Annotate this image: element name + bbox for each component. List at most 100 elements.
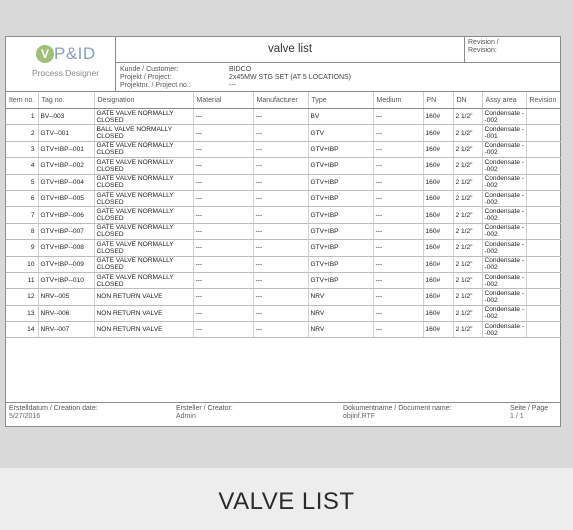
table-cell: GATE VALVE NORMALLY CLOSED <box>94 206 194 224</box>
table-cell: NRV--005 <box>38 288 95 306</box>
table-row[interactable]: 2 GTV--001 BALL VALVE NORMALLY CLOSED --- --… <box>6 124 561 142</box>
table-row[interactable]: 1 BV--003 GATE VALVE NORMALLY CLOSED --- ---… <box>6 108 561 126</box>
table-cell: 2 1/2" <box>453 174 483 191</box>
table-cell: --- <box>373 223 424 241</box>
table-cell: --- <box>253 321 309 339</box>
table-cell: --- <box>373 108 424 126</box>
creator-value: Admin <box>176 413 196 420</box>
table-cell: BALL VALVE NORMALLY CLOSED <box>94 124 194 142</box>
table-cell: 160# <box>423 223 454 241</box>
table-cell <box>526 157 561 175</box>
table-cell: --- <box>373 256 424 273</box>
table-row[interactable]: 4 GTV+IBP--002 GATE VALVE NORMALLY CLOSED -… <box>6 157 561 175</box>
column-header: Medium <box>373 92 424 109</box>
meta-projectno-value: --- <box>229 82 236 89</box>
table-cell: GTV+IBP <box>308 157 374 175</box>
column-header: PN <box>423 92 454 109</box>
table-cell: --- <box>193 190 254 208</box>
table-cell: --- <box>193 305 254 323</box>
creator-label: Ersteller / Creator: <box>176 405 233 412</box>
table-cell: NON RETURN VALVE <box>94 321 194 339</box>
table-cell: GATE VALVE NORMALLY CLOSED <box>94 141 194 159</box>
table-cell: Condensate --002 <box>482 272 527 290</box>
table-cell: Condensate --002 <box>482 206 527 224</box>
table-cell: 160# <box>423 305 454 323</box>
table-row[interactable]: 12 NRV--005 NON RETURN VALVE --- --- NRV --- 16… <box>6 288 561 306</box>
table-cell: 160# <box>423 272 454 290</box>
column-header: Type <box>308 92 374 109</box>
meta-project-label: Projekt / Project: <box>120 74 172 81</box>
revision-block: Revision / Revision: <box>465 37 561 63</box>
table-row[interactable]: 5 GTV+IBP--004 GATE VALVE NORMALLY CLOSED -… <box>6 174 561 191</box>
table-cell: GATE VALVE NORMALLY CLOSED <box>94 108 194 126</box>
table-cell: Condensate --002 <box>482 239 527 257</box>
table-cell: --- <box>193 288 254 306</box>
table-cell: --- <box>373 305 424 323</box>
table-cell: 2 1/2" <box>453 206 483 224</box>
table-row[interactable]: 9 GTV+IBP--008 GATE VALVE NORMALLY CLOSED -… <box>6 239 561 257</box>
table-cell: 7 <box>6 206 39 224</box>
table-row[interactable]: 13 NRV--006 NON RETURN VALVE --- --- NRV --- 16… <box>6 305 561 323</box>
table-row[interactable]: 11 GTV+IBP--010 GATE VALVE NORMALLY CLOSED… <box>6 272 561 290</box>
table-cell: GATE VALVE NORMALLY CLOSED <box>94 174 194 191</box>
table-cell: 8 <box>6 223 39 241</box>
table-cell: --- <box>193 124 254 142</box>
table-cell <box>526 305 561 323</box>
table-cell: NRV--006 <box>38 305 95 323</box>
page-value: 1 / 1 <box>510 413 524 420</box>
table-cell <box>526 206 561 224</box>
table-cell: --- <box>193 239 254 257</box>
table-cell: --- <box>193 223 254 241</box>
revision-label-1: Revision / <box>468 39 499 46</box>
logo-subtitle: Process Designer <box>32 68 100 78</box>
table-cell: GTV+IBP--010 <box>38 272 95 290</box>
table-cell: --- <box>373 174 424 191</box>
table-cell: 3 <box>6 141 39 159</box>
table-cell: 160# <box>423 239 454 257</box>
table-cell: 5 <box>6 174 39 191</box>
table-cell: BV--003 <box>38 108 95 126</box>
table-row[interactable]: 8 GTV+IBP--007 GATE VALVE NORMALLY CLOSED -… <box>6 223 561 241</box>
table-cell: NON RETURN VALVE <box>94 288 194 306</box>
table-cell: 160# <box>423 141 454 159</box>
table-cell: GTV+IBP <box>308 174 374 191</box>
table-cell: Condensate --002 <box>482 141 527 159</box>
table-cell: 2 1/2" <box>453 223 483 241</box>
table-cell: GTV <box>308 124 374 142</box>
table-cell: Condensate --002 <box>482 190 527 208</box>
caption-title: VALVE LIST <box>218 488 355 515</box>
table-cell: GTV+IBP <box>308 141 374 159</box>
table-cell <box>526 174 561 191</box>
created-value: 5/27/2016 <box>9 413 41 420</box>
document-frame: V P&ID Process Designer valve list Revis… <box>0 0 573 468</box>
table-row[interactable]: 6 GTV+IBP--005 GATE VALVE NORMALLY CLOSED -… <box>6 190 561 208</box>
table-row[interactable]: 10 GTV+IBP--009 GATE VALVE NORMALLY CLOSED… <box>6 256 561 273</box>
table-cell: GTV+IBP <box>308 239 374 257</box>
table-row[interactable]: 3 GTV+IBP--001 GATE VALVE NORMALLY CLOSED -… <box>6 141 561 159</box>
document-title: valve list <box>116 37 465 63</box>
table-cell: --- <box>253 288 309 306</box>
table-cell: 2 1/2" <box>453 157 483 175</box>
table-cell: GTV+IBP--001 <box>38 141 95 159</box>
table-cell: 12 <box>6 288 39 306</box>
table-cell: GATE VALVE NORMALLY CLOSED <box>94 239 194 257</box>
table-cell: --- <box>253 256 309 273</box>
table-cell: GTV+IBP <box>308 190 374 208</box>
table-cell: Condensate --002 <box>482 223 527 241</box>
table-cell <box>526 239 561 257</box>
table-cell: 160# <box>423 190 454 208</box>
column-header: Tag no. <box>38 92 95 109</box>
table-cell: NRV--007 <box>38 321 95 339</box>
column-header: Manufacturer <box>253 92 309 109</box>
table-cell: 10 <box>6 256 39 273</box>
table-row[interactable]: 14 NRV--007 NON RETURN VALVE --- --- NRV --- 16… <box>6 321 561 339</box>
table-cell: 2 1/2" <box>453 305 483 323</box>
sheet-footer: Erstelldatum / Creation date: 5/27/2016 … <box>6 402 560 427</box>
table-cell: 1 <box>6 108 39 126</box>
table-cell: Condensate --002 <box>482 157 527 175</box>
table-cell: GTV+IBP--006 <box>38 206 95 224</box>
table-row[interactable]: 7 GTV+IBP--006 GATE VALVE NORMALLY CLOSED -… <box>6 206 561 224</box>
table-cell: --- <box>193 256 254 273</box>
table-cell: 2 1/2" <box>453 141 483 159</box>
table-cell: 2 1/2" <box>453 124 483 142</box>
